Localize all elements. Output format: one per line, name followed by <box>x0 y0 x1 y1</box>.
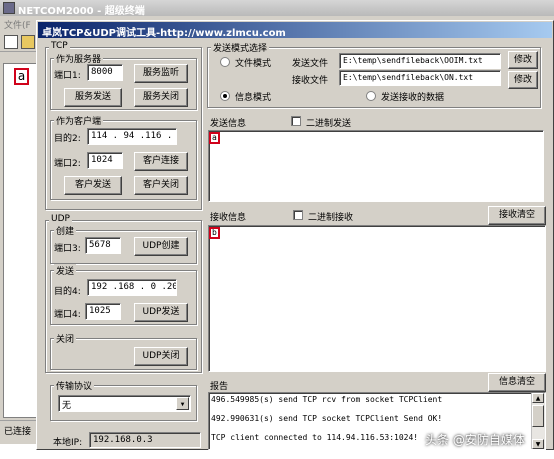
udp-close-group-label: 关闭 <box>54 332 77 345</box>
udp-close-button[interactable]: UDP关闭 <box>134 347 188 366</box>
client-connect-button[interactable]: 客户连接 <box>134 152 188 171</box>
recv-clear-button[interactable]: 接收清空 <box>488 206 546 225</box>
binary-send-checkbox[interactable] <box>291 116 301 126</box>
udp-group-label: UDP <box>49 214 72 224</box>
udp-create-button[interactable]: UDP创建 <box>134 237 188 256</box>
dest2-ip-input[interactable]: 114 . 94 .116 . 53 <box>87 128 177 145</box>
app-icon <box>3 2 15 14</box>
new-file-icon[interactable] <box>4 35 18 49</box>
report-label: 报告 <box>210 382 229 392</box>
modify-recv-file-button[interactable]: 修改 <box>508 71 538 89</box>
info-mode-radio[interactable] <box>220 91 230 101</box>
modify-send-file-button[interactable]: 修改 <box>508 51 538 69</box>
file-mode-radio[interactable] <box>220 57 230 67</box>
server-listen-button[interactable]: 服务监听 <box>134 64 188 83</box>
background-app-titlebar: NETCOM2000 - 超级终端 <box>0 0 554 17</box>
client-group-label: 作为客户端 <box>54 114 104 127</box>
port1-input[interactable]: 8000 <box>87 64 123 81</box>
chevron-down-icon[interactable]: ▼ <box>176 397 189 410</box>
port3-input[interactable]: 5678 <box>85 237 121 254</box>
port2-label: 端口2: <box>54 159 81 169</box>
send-info-textarea[interactable] <box>208 130 544 202</box>
udp-create-group-label: 创建 <box>54 224 77 237</box>
protocol-select[interactable]: 无 ▼ <box>58 395 191 412</box>
dest4-ip-input[interactable]: 192 .168 . 0 .200 <box>87 279 177 296</box>
send-info-content-highlight: a <box>209 132 220 144</box>
udp-send-button[interactable]: UDP发送 <box>134 303 188 322</box>
recv-file-label: 接收文件 <box>292 76 329 86</box>
port4-input[interactable]: 1025 <box>85 303 121 320</box>
protocol-selected-value: 无 <box>62 401 72 411</box>
watermark: 头条 @安防自媒体 <box>425 433 525 447</box>
binary-recv-label: 二进制接收 <box>308 213 354 223</box>
port4-label: 端口4: <box>54 310 81 320</box>
port3-label: 端口3: <box>54 244 81 254</box>
window-titlebar[interactable]: 卓岚TCP&UDP调试工具-http://www.zlmcu.com <box>38 22 552 39</box>
local-ip-label: 本地IP: <box>53 438 83 448</box>
scroll-up-icon[interactable]: ▲ <box>532 393 544 403</box>
file-mode-label: 文件模式 <box>235 59 272 69</box>
port2-input[interactable]: 1024 <box>87 152 123 169</box>
local-ip-value: 192.168.0.3 <box>89 432 201 448</box>
scroll-down-icon[interactable]: ▼ <box>532 439 544 449</box>
binary-recv-checkbox[interactable] <box>293 210 303 220</box>
recv-file-path-input[interactable]: E:\temp\sendfileback\ON.txt <box>339 70 501 86</box>
report-line: 496.549985(s) send TCP rcv from socket T… <box>211 395 443 404</box>
port1-label: 端口1: <box>54 71 81 81</box>
send-mode-group-label: 发送模式选择 <box>211 41 270 54</box>
report-line: 492.990631(s) send TCP socket TCPClient … <box>211 414 443 423</box>
info-mode-label: 信息模式 <box>235 93 272 103</box>
send-file-path-input[interactable]: E:\temp\sendfileback\OOIM.txt <box>339 53 501 69</box>
report-clear-button[interactable]: 信息清空 <box>488 373 546 392</box>
server-close-button[interactable]: 服务关闭 <box>134 88 188 107</box>
menu-file[interactable]: 文件(F <box>4 18 31 31</box>
client-close-button[interactable]: 客户关闭 <box>134 176 188 195</box>
binary-send-label: 二进制发送 <box>306 119 352 129</box>
udp-send-group-label: 发送 <box>54 264 77 277</box>
client-send-button[interactable]: 客户发送 <box>64 176 122 195</box>
terminal-char-highlight: a <box>14 68 29 85</box>
send-recv-data-label: 发送接收的数据 <box>381 93 445 103</box>
recv-info-label: 接收信息 <box>210 213 247 223</box>
tcp-group-label: TCP <box>49 41 70 51</box>
send-file-label: 发送文件 <box>292 59 329 69</box>
send-info-label: 发送信息 <box>210 119 247 129</box>
dest2-label: 目的2: <box>54 134 81 144</box>
server-send-button[interactable]: 服务发送 <box>64 88 122 107</box>
recv-info-content-highlight: b <box>209 227 220 239</box>
recv-info-textarea[interactable] <box>208 225 546 372</box>
window-title: 卓岚TCP&UDP调试工具-http://www.zlmcu.com <box>42 28 286 39</box>
send-recv-data-radio[interactable] <box>366 91 376 101</box>
protocol-group-label: 传输协议 <box>54 379 95 392</box>
dest4-label: 目的4: <box>54 287 81 297</box>
report-line: TCP client connected to 114.94.116.53:10… <box>211 433 419 442</box>
open-folder-icon[interactable] <box>21 35 35 49</box>
scroll-thumb[interactable] <box>532 405 544 427</box>
report-scrollbar[interactable]: ▲ ▼ <box>531 393 545 449</box>
background-app-title: NETCOM2000 - 超级终端 <box>18 6 145 17</box>
